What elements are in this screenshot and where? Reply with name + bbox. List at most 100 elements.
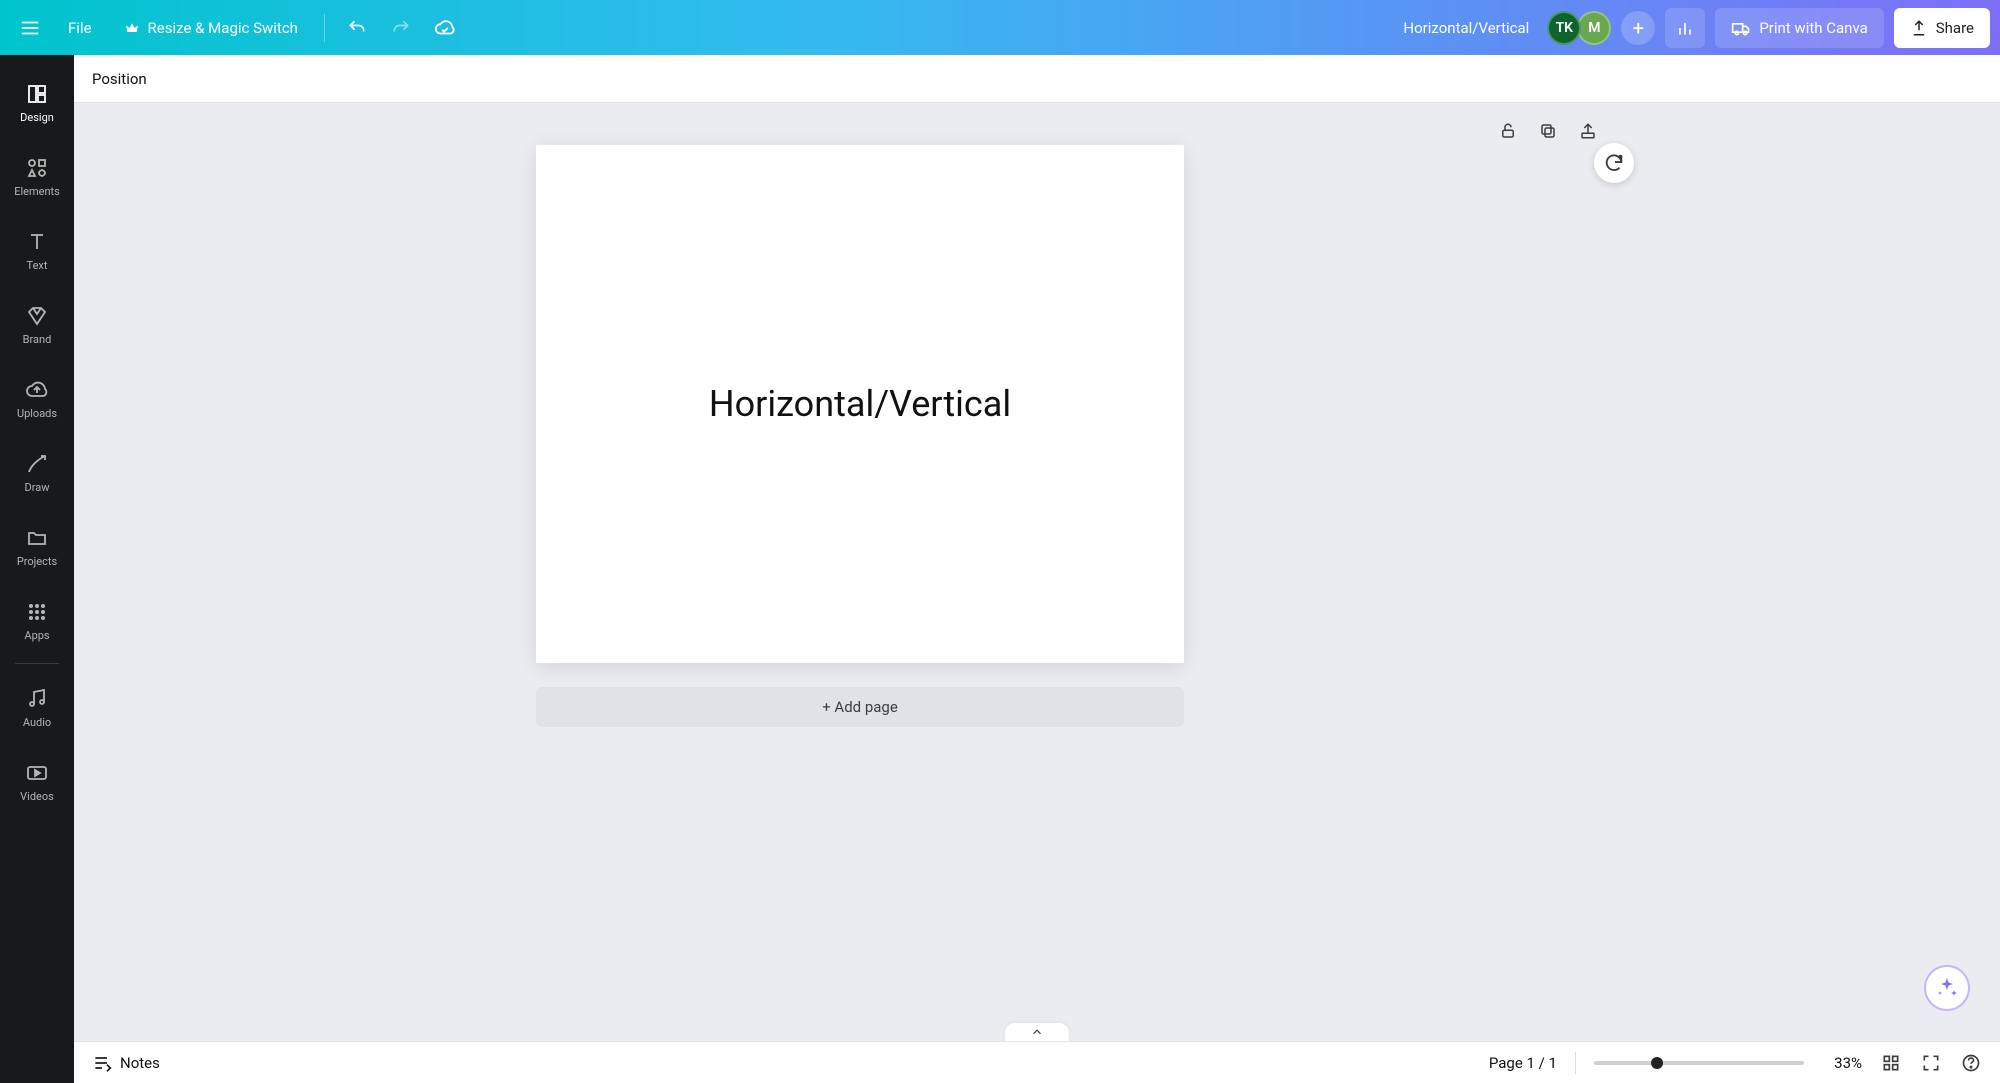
plus-icon: +: [1633, 16, 1644, 40]
grid-view-button[interactable]: [1880, 1052, 1902, 1074]
sidebar-item-videos[interactable]: Videos: [0, 744, 74, 818]
collaborator-avatar-1[interactable]: TK: [1547, 11, 1581, 45]
duplicate-page-button[interactable]: [1538, 121, 1558, 141]
sub-toolbar: Position: [74, 55, 2000, 103]
page-text-content: Horizontal/Vertical: [709, 383, 1011, 425]
redo-icon: [391, 18, 411, 38]
top-header-right: TK M + Print with Canva Share: [1547, 8, 1990, 48]
position-label: Position: [92, 70, 147, 88]
hamburger-icon: [19, 17, 41, 39]
projects-icon: [24, 525, 50, 551]
sidebar-item-label: Videos: [20, 790, 54, 803]
top-header-center: Horizontal/Vertical: [465, 19, 1547, 37]
canvas-area: Horizontal/Vertical + Add page: [74, 103, 2000, 1041]
notes-label: Notes: [120, 1054, 160, 1072]
sidebar-item-label: Uploads: [17, 407, 57, 420]
work-column: Position: [74, 55, 2000, 1083]
fullscreen-button[interactable]: [1920, 1052, 1942, 1074]
sidebar-separator: [15, 663, 59, 664]
avatar-initials: M: [1588, 20, 1600, 36]
crown-icon: [124, 20, 140, 36]
print-label: Print with Canva: [1759, 19, 1867, 37]
main-row: Design Elements Text Brand Uploads: [0, 55, 2000, 1083]
collaborator-avatar-2[interactable]: M: [1577, 11, 1611, 45]
sidebar-item-label: Audio: [23, 716, 51, 729]
sidebar-item-projects[interactable]: Projects: [0, 509, 74, 583]
undo-button[interactable]: [337, 8, 377, 48]
uploads-icon: [24, 377, 50, 403]
refresh-sparkle-icon: [1603, 152, 1625, 174]
sidebar-item-label: Draw: [25, 481, 50, 494]
notes-button[interactable]: Notes: [92, 1053, 160, 1073]
cloud-sync-button[interactable]: [425, 8, 465, 48]
add-collaborator-button[interactable]: +: [1621, 11, 1655, 45]
file-menu-button[interactable]: File: [54, 8, 106, 48]
sidebar-item-label: Brand: [23, 333, 52, 346]
add-page-button[interactable]: + Add page: [536, 687, 1184, 727]
zoom-level-button[interactable]: 33%: [1822, 1054, 1862, 1072]
zoom-slider[interactable]: [1594, 1061, 1804, 1065]
unlock-icon: [1499, 122, 1517, 140]
videos-icon: [24, 760, 50, 786]
share-button[interactable]: Share: [1894, 8, 1990, 48]
sidebar-item-design[interactable]: Design: [0, 65, 74, 139]
bar-chart-icon: [1675, 18, 1695, 38]
divider: [1575, 1052, 1576, 1074]
sidebar-item-apps[interactable]: Apps: [0, 583, 74, 657]
sidebar-item-elements[interactable]: Elements: [0, 139, 74, 213]
share-label: Share: [1936, 19, 1974, 37]
truck-icon: [1731, 18, 1751, 38]
help-button[interactable]: [1960, 1052, 1982, 1074]
cloud-check-icon: [434, 17, 456, 39]
top-header: File Resize & Magic Switch Horizontal/Ve…: [0, 0, 2000, 55]
notes-icon: [92, 1053, 112, 1073]
top-header-left: File Resize & Magic Switch: [10, 8, 465, 48]
main-menu-button[interactable]: [10, 8, 50, 48]
page-tools: [1498, 121, 1598, 141]
ai-assistant-button[interactable]: [1924, 965, 1970, 1011]
sidebar-item-draw[interactable]: Draw: [0, 435, 74, 509]
sparkle-icon: [1935, 976, 1959, 1000]
text-icon: [24, 229, 50, 255]
sidebar-item-uploads[interactable]: Uploads: [0, 361, 74, 435]
audio-icon: [24, 686, 50, 712]
sidebar-item-label: Apps: [24, 629, 49, 642]
page-indicator[interactable]: Page 1 / 1: [1489, 1054, 1557, 1072]
elements-icon: [24, 155, 50, 181]
avatar-initials: TK: [1556, 20, 1573, 36]
side-rail: Design Elements Text Brand Uploads: [0, 55, 74, 1083]
resize-label: Resize & Magic Switch: [148, 19, 298, 37]
export-icon: [1579, 122, 1597, 140]
draw-icon: [24, 451, 50, 477]
upload-icon: [1910, 19, 1928, 37]
duplicate-icon: [1539, 122, 1557, 140]
sidebar-item-brand[interactable]: Brand: [0, 287, 74, 361]
undo-icon: [347, 18, 367, 38]
brand-icon: [24, 303, 50, 329]
document-title[interactable]: Horizontal/Vertical: [1403, 19, 1529, 37]
export-page-button[interactable]: [1578, 121, 1598, 141]
fullscreen-icon: [1921, 1053, 1941, 1073]
sidebar-item-audio[interactable]: Audio: [0, 670, 74, 744]
chevron-up-icon: [1030, 1025, 1044, 1039]
sidebar-item-label: Text: [27, 259, 48, 272]
page-canvas[interactable]: Horizontal/Vertical: [536, 145, 1184, 663]
add-page-label: + Add page: [822, 698, 898, 716]
resize-magic-switch-button[interactable]: Resize & Magic Switch: [110, 8, 312, 48]
file-menu-label: File: [68, 19, 92, 37]
divider: [324, 14, 325, 42]
sidebar-item-label: Design: [20, 111, 54, 124]
zoom-slider-knob[interactable]: [1651, 1057, 1663, 1069]
grid-icon: [1881, 1053, 1901, 1073]
print-with-canva-button[interactable]: Print with Canva: [1715, 8, 1883, 48]
sidebar-item-label: Projects: [17, 555, 57, 568]
design-icon: [24, 81, 50, 107]
redo-button[interactable]: [381, 8, 421, 48]
sidebar-item-label: Elements: [14, 185, 60, 198]
lock-page-button[interactable]: [1498, 121, 1518, 141]
regenerate-button[interactable]: [1594, 143, 1634, 183]
page-tray-toggle[interactable]: [1005, 1023, 1069, 1041]
insights-button[interactable]: [1665, 8, 1705, 48]
position-button[interactable]: Position: [92, 64, 147, 94]
sidebar-item-text[interactable]: Text: [0, 213, 74, 287]
